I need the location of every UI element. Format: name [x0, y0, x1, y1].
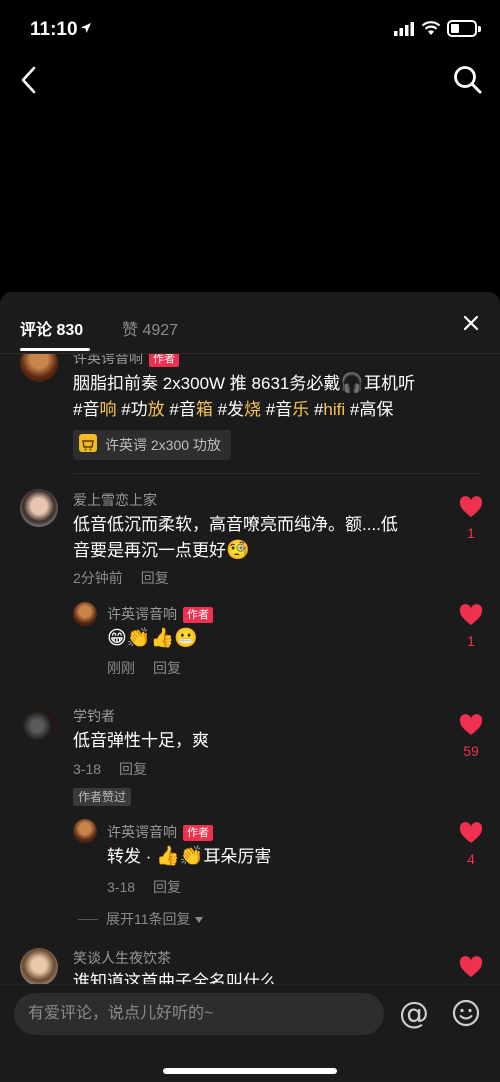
comment-text: 低音弹性十足，爽: [73, 731, 209, 750]
headphones-emoji: 🎧: [340, 372, 365, 394]
heart-icon: [459, 714, 483, 735]
comments-sheet: 评论 830 赞 4927 许英谔音响 作者 胭脂扣前奏 2x300W 推 863…: [0, 292, 500, 1082]
heart-icon: [459, 604, 483, 625]
expand-replies-button[interactable]: 展开11条回复: [78, 909, 204, 929]
comment-meta: 3-18 回复: [73, 759, 147, 779]
like-button[interactable]: [456, 956, 486, 983]
reply-meta: 3-18 回复: [107, 877, 181, 897]
mention-button[interactable]: @: [398, 999, 430, 1031]
comment-text: 谁知道这首曲子全名叫什么: [73, 972, 277, 984]
reply-button[interactable]: 回复: [153, 660, 181, 676]
comment-divider: [73, 473, 480, 474]
reply-text: 😁👏👍😬: [107, 626, 198, 652]
author-badge: 作者: [183, 825, 213, 841]
reply-text: 转发 · 👍👏耳朵厉害: [107, 845, 272, 867]
hashtag-line[interactable]: #音响 #功放 #音箱 #发烧 #音乐 #hifi #高保: [73, 397, 473, 423]
avatar[interactable]: [20, 705, 58, 743]
avatar[interactable]: [73, 602, 97, 626]
status-bar: 11:10: [0, 0, 500, 60]
emoji-picker-icon[interactable]: [452, 999, 480, 1027]
comment-username[interactable]: 爱上雪恋上家: [73, 490, 157, 510]
comment-text: 低音低沉而柔软，高音嘹亮而纯净。额....低 音要是再沉一点更好🧐: [73, 515, 398, 561]
tab-comments[interactable]: 评论 830: [20, 316, 83, 340]
reply-time: 刚刚: [107, 660, 135, 676]
product-link[interactable]: 许英谔 2x300 功放: [73, 430, 231, 460]
chevron-left-icon: [21, 66, 36, 94]
avatar[interactable]: [20, 489, 58, 527]
comment-time: 2分钟前: [73, 570, 123, 586]
avatar[interactable]: [20, 948, 58, 984]
comment-input[interactable]: [14, 993, 384, 1035]
like-count: 1: [467, 525, 475, 541]
comment-meta: 2分钟前 回复: [73, 568, 169, 588]
thinking-face-emoji: 🧐: [226, 539, 250, 561]
like-button[interactable]: 1: [456, 604, 486, 649]
home-indicator: [163, 1068, 337, 1074]
reply-meta: 刚刚 回复: [107, 658, 181, 678]
author-badge: 作者: [183, 607, 213, 623]
reply-username[interactable]: 许英谔音响 作者: [107, 604, 213, 624]
back-button[interactable]: [14, 62, 44, 98]
comment-username[interactable]: 笑谈人生夜饮茶: [73, 948, 171, 968]
reply-button[interactable]: 回复: [141, 570, 169, 586]
reply-time: 3-18: [107, 879, 136, 895]
like-button[interactable]: 1: [456, 496, 486, 541]
reply-button[interactable]: 回复: [119, 761, 147, 777]
comment-username[interactable]: 学钓者: [73, 706, 115, 726]
tab-likes[interactable]: 赞 4927: [122, 316, 178, 340]
liked-by-author-badge: 作者赞过: [73, 788, 132, 806]
comment-list[interactable]: 许英谔音响 作者 胭脂扣前奏 2x300W 推 8631务必戴🎧耳机听 #音响 #…: [0, 354, 500, 984]
cellular-signal-icon: [394, 22, 414, 36]
author-badge: 作者: [149, 354, 179, 367]
heart-icon: [459, 822, 483, 843]
comment-text: 胭脂扣前奏 2x300W 推 8631务必戴🎧耳机听 #音响 #功放 #音箱 #…: [73, 371, 473, 423]
status-time: 11:10: [30, 19, 78, 40]
like-count: 1: [467, 633, 475, 649]
search-button[interactable]: [452, 64, 484, 96]
wifi-icon: [421, 21, 441, 35]
battery-icon: [447, 20, 481, 37]
avatar[interactable]: [73, 819, 97, 843]
caret-down-icon: [195, 917, 204, 923]
avatar[interactable]: [20, 354, 58, 382]
location-arrow-icon: [81, 23, 91, 33]
heart-icon: [459, 496, 483, 517]
search-icon: [454, 66, 482, 94]
like-button[interactable]: 4: [456, 822, 486, 867]
reply-username[interactable]: 许英谔音响 作者: [107, 822, 213, 842]
emoji-sequence: 😁👏👍😬: [107, 627, 198, 649]
comment-time: 3-18: [73, 761, 102, 777]
comment-username[interactable]: 许英谔音响 作者: [73, 354, 179, 368]
reply-button[interactable]: 回复: [153, 879, 181, 895]
emoji-sequence: 👍👏: [156, 845, 204, 867]
comment-input-wrapper: [14, 993, 384, 1035]
shopping-cart-icon: [79, 434, 97, 452]
sheet-header: 评论 830 赞 4927: [0, 292, 500, 354]
like-count: 59: [463, 743, 479, 759]
close-icon[interactable]: [462, 314, 480, 332]
heart-icon: [459, 956, 483, 977]
active-tab-indicator: [20, 348, 90, 351]
like-button[interactable]: 59: [456, 714, 486, 759]
like-count: 4: [467, 851, 475, 867]
